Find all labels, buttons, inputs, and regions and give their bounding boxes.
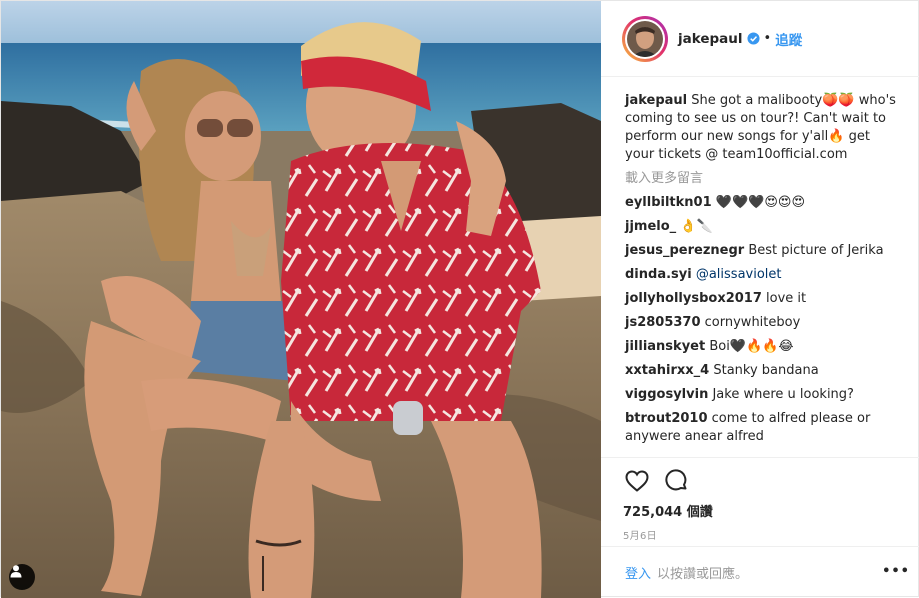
post-photo <box>1 1 601 598</box>
comment-username[interactable]: jillianskyet <box>625 339 705 354</box>
comment-text: Best picture of Jerika <box>748 243 884 258</box>
avatar-image <box>627 20 663 57</box>
comment-item: jjmelo_ 👌🔪 <box>625 218 903 236</box>
comment-username[interactable]: js2805370 <box>625 315 701 330</box>
comment-item: eyllbiltkn01 🖤🖤🖤😍😍😍 <box>625 194 903 212</box>
comment-item: xxtahirxx_4 Stanky bandana <box>625 362 903 380</box>
comment-username[interactable]: xxtahirxx_4 <box>625 363 709 378</box>
comment-mention-link[interactable]: @alissaviolet <box>696 267 782 282</box>
comment-text: Boi🖤🔥🔥😂 <box>709 339 794 354</box>
post-side-panel: jakepaul • 追蹤 jakepaul She got a maliboo… <box>601 1 919 598</box>
avatar[interactable] <box>622 15 668 62</box>
beach-photo-illustration <box>1 1 601 598</box>
like-count[interactable]: 725,044 個讚 <box>623 501 919 520</box>
comment-username[interactable]: jollyhollysbox2017 <box>625 291 762 306</box>
comment-username[interactable]: jjmelo_ <box>625 219 676 234</box>
comment-item: js2805370 cornywhiteboy <box>625 314 903 332</box>
comment-text: Jake where u looking? <box>712 387 854 402</box>
comment-item: dinda.syi @alissaviolet <box>625 266 903 284</box>
comment-text: 👌🔪 <box>680 219 713 234</box>
comment-bubble-icon[interactable] <box>663 467 691 495</box>
post-dialog: jakepaul • 追蹤 jakepaul She got a maliboo… <box>0 0 919 598</box>
post-author-username[interactable]: jakepaul <box>678 31 743 47</box>
comment-username[interactable]: jesus_pereznegr <box>625 243 744 258</box>
add-comment-bar: 登入 以按讚或回應。 ••• <box>601 546 919 598</box>
comment-username[interactable]: btrout2010 <box>625 411 708 426</box>
comment-username[interactable]: dinda.syi <box>625 267 692 282</box>
login-prompt-text: 以按讚或回應。 <box>657 567 749 582</box>
post-header: jakepaul • 追蹤 <box>601 1 919 77</box>
post-caption: jakepaul She got a malibooty🍑🍑 who's com… <box>625 92 903 164</box>
comment-username[interactable]: eyllbiltkn01 <box>625 195 712 210</box>
user-tag-icon[interactable] <box>9 564 35 590</box>
comment-item: btrout2010 come to alfred please or anyw… <box>625 410 903 446</box>
comment-text: Stanky bandana <box>713 363 819 378</box>
comment-item: jesus_pereznegr Best picture of Jerika <box>625 242 903 260</box>
verified-badge-icon <box>746 32 760 45</box>
load-more-comments-button[interactable]: 載入更多留言 <box>625 170 903 188</box>
caption-username[interactable]: jakepaul <box>625 93 687 108</box>
comment-text: cornywhiteboy <box>704 315 801 330</box>
follow-button[interactable]: 追蹤 <box>775 29 802 49</box>
post-actions: 725,044 個讚 5月6日 <box>601 457 919 542</box>
comment-text: 🖤🖤🖤😍😍😍 <box>715 195 805 210</box>
comment-item: jollyhollysbox2017 love it <box>625 290 903 308</box>
comment-username[interactable]: viggosylvin <box>625 387 708 402</box>
comment-item: viggosylvin Jake where u looking? <box>625 386 903 404</box>
login-link[interactable]: 登入 <box>625 563 651 582</box>
separator-dot: • <box>763 31 772 46</box>
comment-item: jillianskyet Boi🖤🔥🔥😂 <box>625 338 903 356</box>
more-options-button[interactable]: ••• <box>882 564 910 579</box>
post-date[interactable]: 5月6日 <box>623 527 919 542</box>
heart-icon[interactable] <box>623 467 651 495</box>
comments-list: jakepaul She got a malibooty🍑🍑 who's com… <box>625 92 903 452</box>
comment-text: love it <box>766 291 807 306</box>
